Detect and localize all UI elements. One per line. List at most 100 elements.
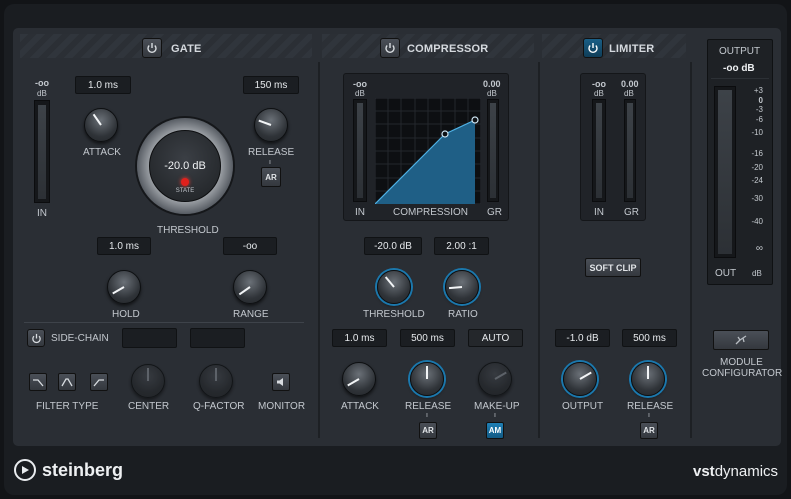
compressor-attack-knob[interactable] xyxy=(342,362,376,396)
compressor-ratio-label: RATIO xyxy=(448,309,478,320)
compressor-ratio-value[interactable]: 2.00 :1 xyxy=(434,237,489,255)
gate-range-knob[interactable] xyxy=(233,270,267,304)
sidechain-qfactor-label: Q-FACTOR xyxy=(193,401,245,412)
limiter-power-button[interactable] xyxy=(583,38,603,58)
limiter-gr-meter xyxy=(624,99,636,202)
gate-attack-value[interactable]: 1.0 ms xyxy=(75,76,131,94)
compressor-gr-unit: dB xyxy=(487,89,497,98)
gate-release-value[interactable]: 150 ms xyxy=(243,76,299,94)
compressor-threshold-value[interactable]: -20.0 dB xyxy=(364,237,422,255)
gate-title: GATE xyxy=(171,43,202,55)
sidechain-source-field-2[interactable] xyxy=(190,328,245,348)
gate-range-value[interactable]: -oo xyxy=(223,237,277,255)
product-name: vstdynamics xyxy=(693,463,779,480)
compressor-makeup-label: MAKE-UP xyxy=(474,401,520,412)
gate-release-knob[interactable] xyxy=(254,108,288,142)
filter-bandpass-button[interactable] xyxy=(58,373,76,391)
compressor-threshold-label: THRESHOLD xyxy=(363,309,425,320)
limiter-release-label: RELEASE xyxy=(627,401,674,412)
compressor-makeup-knob[interactable] xyxy=(478,362,512,396)
filter-type-label: FILTER TYPE xyxy=(36,401,99,412)
divider xyxy=(538,62,540,438)
limiter-output-value[interactable]: -1.0 dB xyxy=(555,329,610,347)
compressor-threshold-knob[interactable] xyxy=(377,270,411,304)
compressor-attack-value[interactable]: 1.0 ms xyxy=(332,329,387,347)
soft-clip-button[interactable]: SOFT CLIP xyxy=(585,258,641,277)
compressor-power-button[interactable] xyxy=(380,38,400,58)
compressor-release-value[interactable]: 500 ms xyxy=(400,329,455,347)
gate-hold-knob[interactable] xyxy=(107,270,141,304)
gate-input-meter xyxy=(34,100,50,203)
gate-attack-knob[interactable] xyxy=(84,108,118,142)
bandpass-filter-icon xyxy=(61,378,73,387)
compressor-gr-label: GR xyxy=(487,207,502,218)
output-value: -oo dB xyxy=(723,63,755,74)
compressor-input-meter xyxy=(353,99,367,202)
module-configurator-button[interactable] xyxy=(713,330,769,350)
limiter-in-unit: dB xyxy=(594,89,604,98)
configurator-icon xyxy=(735,335,747,345)
filter-highpass-button[interactable] xyxy=(90,373,108,391)
sidechain-qfactor-knob[interactable] xyxy=(199,364,233,398)
gate-ar-button[interactable]: AR xyxy=(261,167,281,187)
gate-power-button[interactable] xyxy=(142,38,162,58)
compressor-release-knob[interactable] xyxy=(410,362,444,396)
limiter-display xyxy=(580,73,646,221)
sidechain-source-field[interactable] xyxy=(122,328,177,348)
ratio-handle[interactable] xyxy=(471,116,479,124)
sidechain-monitor-label: MONITOR xyxy=(258,401,306,412)
compressor-ar-button[interactable]: AR xyxy=(419,422,437,439)
power-icon xyxy=(588,43,598,54)
limiter-title: LIMITER xyxy=(609,43,655,55)
compressor-in-label: IN xyxy=(355,207,365,218)
compressor-in-peak: -oo xyxy=(353,79,367,89)
gate-meter-in-label: IN xyxy=(37,208,47,219)
gate-hold-label: HOLD xyxy=(112,309,140,320)
compressor-ratio-knob[interactable] xyxy=(445,270,479,304)
compression-curve-graph[interactable] xyxy=(375,98,481,204)
limiter-gr-label: GR xyxy=(624,207,639,218)
power-icon xyxy=(147,43,157,54)
steinberg-logo-icon xyxy=(14,459,36,481)
compression-graph-label: COMPRESSION xyxy=(393,207,469,218)
output-title: OUTPUT xyxy=(719,46,761,57)
limiter-release-value[interactable]: 500 ms xyxy=(622,329,677,347)
speaker-icon xyxy=(277,378,283,386)
compressor-attack-label: ATTACK xyxy=(341,401,379,412)
limiter-output-knob[interactable] xyxy=(563,362,597,396)
sidechain-center-knob[interactable] xyxy=(131,364,165,398)
divider xyxy=(318,62,320,438)
compressor-am-button[interactable]: AM xyxy=(486,422,504,439)
module-configurator-label-line1: MODULE xyxy=(720,357,763,368)
limiter-in-label: IN xyxy=(594,207,604,218)
threshold-handle[interactable] xyxy=(441,130,449,138)
gate-meter-peak: -oo xyxy=(35,78,49,88)
gate-header xyxy=(20,34,312,58)
sidechain-monitor-button[interactable] xyxy=(272,373,290,391)
limiter-release-knob[interactable] xyxy=(631,362,665,396)
gate-threshold-knob[interactable]: -20.0 dB STATE xyxy=(137,118,233,214)
gate-hold-value[interactable]: 1.0 ms xyxy=(97,237,151,255)
sidechain-center-label: CENTER xyxy=(128,401,170,412)
brand-name: steinberg xyxy=(42,460,124,480)
gate-state-led xyxy=(181,178,189,186)
filter-lowpass-button[interactable] xyxy=(29,373,47,391)
highpass-filter-icon xyxy=(93,379,104,387)
gate-threshold-value: -20.0 dB xyxy=(164,160,206,172)
sidechain-power-button[interactable] xyxy=(27,329,45,347)
output-out-label: OUT xyxy=(715,268,737,279)
compressor-gr-meter xyxy=(487,99,499,202)
limiter-in-peak: -oo xyxy=(592,79,606,89)
sidechain-title: SIDE-CHAIN xyxy=(51,333,109,344)
output-meter-scale: +3 0 -3 -6 -10 -16 -20 -24 -30 -40 ∞ xyxy=(751,86,763,254)
module-configurator-label-line2: CONFIGURATOR xyxy=(702,368,783,379)
output-meter xyxy=(714,86,736,258)
power-icon xyxy=(31,333,41,343)
limiter-ar-button[interactable]: AR xyxy=(640,422,658,439)
compressor-makeup-value[interactable]: AUTO xyxy=(468,329,523,347)
compressor-title: COMPRESSOR xyxy=(407,43,489,55)
divider xyxy=(690,62,692,438)
limiter-output-label: OUTPUT xyxy=(562,401,604,412)
gate-threshold-label: THRESHOLD xyxy=(157,225,219,236)
gate-release-label: RELEASE xyxy=(248,147,295,158)
